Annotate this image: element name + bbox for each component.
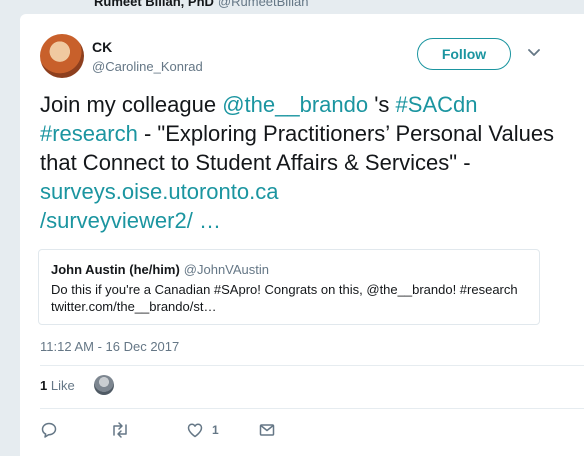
liker-avatar[interactable]: [94, 375, 114, 395]
author-info[interactable]: CK @Caroline_Konrad: [92, 39, 203, 74]
likes-label: Like: [50, 378, 75, 393]
quoted-author-handle: @JohnVAustin: [183, 262, 270, 277]
like-count: 1: [212, 423, 219, 437]
tweet-card: CK @Caroline_Konrad Follow Join my colle…: [20, 14, 584, 456]
divider: [40, 365, 584, 366]
author-name[interactable]: CK: [92, 39, 203, 55]
heart-icon: [186, 421, 204, 439]
previous-tweet-fragment: Rumeet Billan, PhD @RumeetBillan: [0, 0, 584, 14]
follow-button[interactable]: Follow: [417, 38, 511, 70]
divider: [40, 408, 584, 409]
timestamp[interactable]: 11:12 AM - 16 Dec 2017: [40, 339, 179, 354]
author-avatar[interactable]: [40, 34, 84, 78]
likes-count: 1: [40, 378, 48, 393]
author-handle[interactable]: @Caroline_Konrad: [92, 59, 203, 74]
direct-message-icon: [258, 421, 276, 439]
reply-icon: [40, 421, 58, 439]
tweet-text-part: Join my colleague: [40, 92, 223, 117]
quoted-author-name: John Austin (he/him): [51, 262, 180, 277]
like-button[interactable]: 1: [186, 420, 219, 440]
mention-link[interactable]: @the__brando: [222, 92, 368, 117]
hashtag-link[interactable]: #SACdn: [396, 92, 478, 117]
quoted-text: Do this if you're a Canadian #SApro! Con…: [51, 282, 518, 314]
previous-tweet-author-name: Rumeet Billan, PhD: [94, 0, 214, 9]
url-link[interactable]: surveys.oise.utoronto.ca: [40, 179, 278, 204]
chevron-down-icon[interactable]: [525, 44, 543, 62]
direct-message-button[interactable]: [258, 420, 276, 440]
quoted-tweet[interactable]: John Austin (he/him) @JohnVAustin Do this…: [38, 249, 540, 325]
likes-summary[interactable]: 1 Like: [40, 378, 75, 393]
url-link-continued[interactable]: /surveyviewer2/ …: [40, 208, 221, 233]
tweet-text: Join my colleague @the__brando 's #SACdn…: [40, 90, 560, 235]
previous-tweet-author-handle: @RumeetBillan: [217, 0, 309, 9]
retweet-button[interactable]: [110, 420, 130, 440]
retweet-icon: [110, 421, 130, 439]
reply-button[interactable]: [40, 420, 58, 440]
tweet-text-part: 's: [368, 92, 396, 117]
hashtag-link[interactable]: #research: [40, 121, 138, 146]
